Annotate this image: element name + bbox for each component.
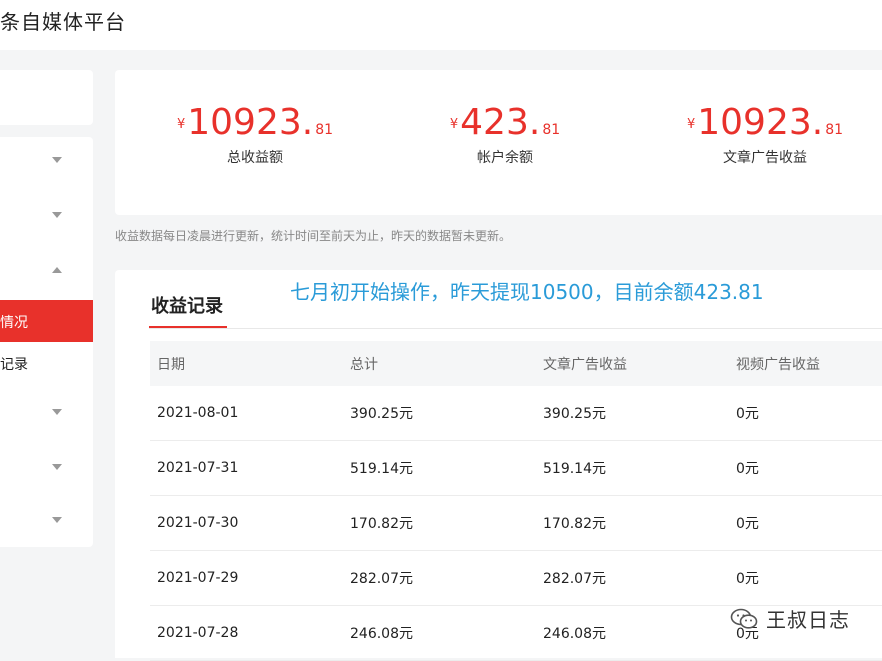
column-header-video-ad: 视频广告收益: [729, 341, 882, 386]
currency-symbol: ¥: [686, 117, 696, 132]
earnings-summary-card: ¥10923. 81 总收益额 ¥423. 81 帐户余额 ¥10923. 81 文章…: [115, 70, 882, 215]
cell-date: 2021-08-01: [150, 386, 343, 441]
chevron-down-icon: [52, 464, 62, 470]
cell-total: 282.07元: [343, 550, 536, 606]
total-earnings-amount: ¥10923. 81: [135, 102, 375, 143]
cell-date: 2021-07-28: [150, 605, 343, 661]
table-row: 2021-07-29 282.07元 282.07元 0元: [150, 550, 882, 606]
watermark: 王叔日志: [730, 604, 850, 633]
cell-article-ad: 246.08元: [536, 605, 729, 661]
chevron-up-icon: [52, 267, 62, 273]
account-balance-amount: ¥423. 81: [385, 102, 625, 143]
amount-decimal: 81: [825, 122, 844, 138]
article-ad-earnings-stat: ¥10923. 81 文章广告收益: [645, 102, 882, 167]
decimal-point: .: [301, 102, 314, 143]
column-header-date: 日期: [150, 341, 343, 386]
cell-video-ad: 0元: [729, 495, 882, 551]
update-notice: 收益数据每日凌晨进行更新，统计时间至前天为止，昨天的数据暂未更新。: [115, 229, 512, 243]
cell-video-ad: 0元: [729, 386, 882, 441]
table-row: 2021-08-01 390.25元 390.25元 0元: [150, 386, 882, 441]
amount-decimal: 81: [315, 122, 334, 138]
cell-total: 519.14元: [343, 440, 536, 496]
cell-video-ad: 0元: [729, 440, 882, 496]
cell-article-ad: 282.07元: [536, 550, 729, 606]
column-header-article-ad: 文章广告收益: [536, 341, 729, 386]
cell-date: 2021-07-29: [150, 550, 343, 606]
table-row: 2021-07-30 170.82元 170.82元 0元: [150, 495, 882, 551]
sidebar-item-8[interactable]: [0, 500, 93, 542]
amount-integer: 10923: [187, 102, 302, 143]
amount-integer: 10923: [697, 102, 812, 143]
amount-decimal: 81: [542, 122, 561, 138]
sidebar-item-3[interactable]: [0, 250, 93, 292]
cell-total: 246.08元: [343, 605, 536, 661]
cell-video-ad: 0元: [729, 550, 882, 606]
sidebar-item-earnings-overview[interactable]: 情况: [0, 300, 93, 342]
app-title: 条自媒体平台: [0, 10, 126, 34]
account-balance-caption: 帐户余额: [477, 150, 533, 166]
sidebar-item-label: 记录: [0, 357, 28, 373]
tab-divider: [149, 328, 882, 329]
sidebar-item-2[interactable]: [0, 195, 93, 237]
cell-article-ad: 170.82元: [536, 495, 729, 551]
cell-total: 170.82元: [343, 495, 536, 551]
chevron-down-icon: [52, 409, 62, 415]
chevron-down-icon: [52, 212, 62, 218]
sidebar-menu: 情况 记录: [0, 137, 93, 547]
records-tab-title[interactable]: 收益记录: [151, 292, 223, 318]
currency-symbol: ¥: [449, 117, 459, 132]
sidebar-item-1[interactable]: [0, 140, 93, 182]
cell-article-ad: 519.14元: [536, 440, 729, 496]
cell-date: 2021-07-31: [150, 440, 343, 496]
column-header-total: 总计: [343, 341, 536, 386]
total-earnings-stat: ¥10923. 81 总收益额: [135, 102, 375, 167]
sidebar-item-earnings-records[interactable]: 记录: [0, 342, 93, 384]
wechat-icon: [730, 608, 758, 629]
table-header-row: 日期 总计 文章广告收益 视频广告收益: [150, 341, 882, 386]
sidebar-item-7[interactable]: [0, 447, 93, 489]
cell-article-ad: 390.25元: [536, 386, 729, 441]
watermark-text: 王叔日志: [766, 608, 850, 632]
chevron-down-icon: [52, 157, 62, 163]
chevron-down-icon: [52, 517, 62, 523]
decimal-point: .: [528, 102, 541, 143]
annotation-text: 七月初开始操作，昨天提现10500，目前余额423.81: [290, 280, 764, 304]
top-bar: 条自媒体平台: [0, 0, 882, 50]
cell-total: 390.25元: [343, 386, 536, 441]
total-earnings-caption: 总收益额: [227, 150, 283, 166]
table-row: 2021-07-31 519.14元 519.14元 0元: [150, 440, 882, 496]
cell-date: 2021-07-30: [150, 495, 343, 551]
amount-integer: 423: [460, 102, 529, 143]
sidebar-item-label: 情况: [0, 315, 28, 331]
sidebar-header: [0, 70, 93, 125]
sidebar-item-6[interactable]: [0, 392, 93, 434]
currency-symbol: ¥: [176, 117, 186, 132]
decimal-point: .: [811, 102, 824, 143]
account-balance-stat: ¥423. 81 帐户余额: [385, 102, 625, 167]
article-ad-earnings-caption: 文章广告收益: [723, 150, 807, 166]
article-ad-earnings-amount: ¥10923. 81: [645, 102, 882, 143]
